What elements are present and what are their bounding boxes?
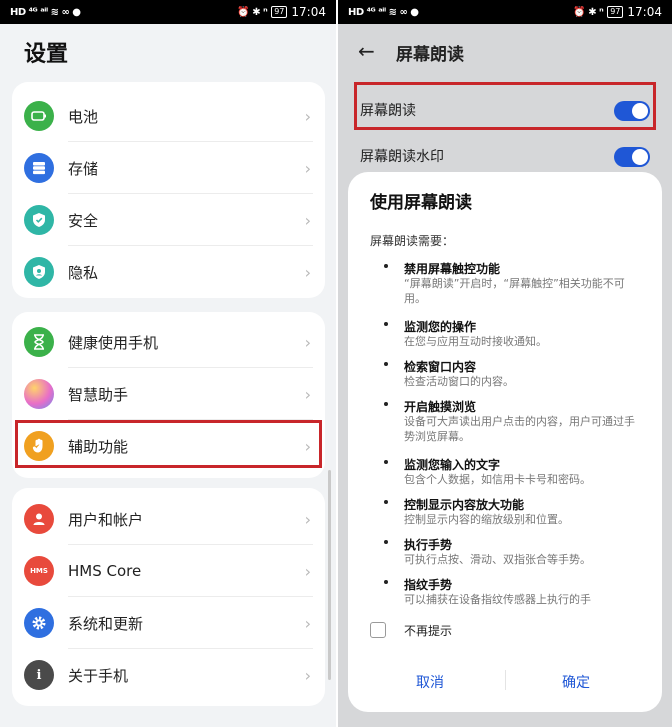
settings-item-label: 隐私 xyxy=(68,263,99,282)
permission-title: 开启触摸浏览 xyxy=(404,400,477,414)
setting-label: 屏幕朗读水印 xyxy=(360,149,444,165)
settings-item-hms-core[interactable]: HMS HMS Core › xyxy=(12,545,325,597)
top-app-bar: ← 屏幕朗读 xyxy=(338,24,672,76)
permission-desc: 设备可大声读出用户点击的内容，用户可通过手势浏览屏幕。 xyxy=(404,415,635,443)
chevron-right-icon: › xyxy=(304,106,311,126)
settings-group-system: 用户和帐户 › HMS HMS Core › 系统和更新 › i 关于手机 › xyxy=(12,488,325,706)
battery-level: 97 xyxy=(271,6,288,18)
chevron-right-icon: › xyxy=(304,262,311,282)
storage-icon xyxy=(24,153,54,183)
settings-item-label: 智慧助手 xyxy=(68,385,129,404)
hourglass-icon xyxy=(24,327,54,357)
permission-title: 检索窗口内容 xyxy=(404,360,477,374)
chevron-right-icon: › xyxy=(304,384,311,404)
settings-item-storage[interactable]: 存储 › xyxy=(12,142,325,194)
settings-item-users-accounts[interactable]: 用户和帐户 › xyxy=(12,493,325,545)
permission-desc: 检查活动窗口的内容。 xyxy=(404,375,514,388)
shield-icon xyxy=(24,205,54,235)
status-bar: HD ⁴ᴳ ᵃⁱˡ ≋ ∞ ● ⏰ ✱ ⁿ 97 17:04 xyxy=(0,0,336,24)
permission-desc: “屏幕朗读”开启时，“屏幕触控”相关功能不可用。 xyxy=(404,277,625,305)
chevron-right-icon: › xyxy=(304,665,311,685)
dialog-intro: 屏幕朗读需要： xyxy=(370,234,455,248)
settings-screen: HD ⁴ᴳ ᵃⁱˡ ≋ ∞ ● ⏰ ✱ ⁿ 97 17:04 设置 电池 › 存… xyxy=(0,0,336,727)
permission-desc: 在您与应用互动时接收通知。 xyxy=(404,335,547,348)
hms-icon: HMS xyxy=(24,556,54,586)
chevron-right-icon: › xyxy=(304,509,311,529)
cancel-button[interactable]: 取消 xyxy=(416,672,444,692)
settings-item-digital-balance[interactable]: 健康使用手机 › xyxy=(12,316,325,368)
chevron-right-icon: › xyxy=(304,210,311,230)
assistant-orb-icon xyxy=(24,379,54,409)
settings-item-label: 健康使用手机 xyxy=(68,333,159,352)
scrollbar[interactable] xyxy=(328,470,331,680)
permission-title: 执行手势 xyxy=(404,538,453,552)
settings-item-smart-assistant[interactable]: 智慧助手 › xyxy=(12,368,325,420)
permission-desc: 控制显示内容的缩放级别和位置。 xyxy=(404,513,569,526)
settings-item-label: 系统和更新 xyxy=(68,614,144,633)
alarm-bluetooth-icons: ⏰ ✱ ⁿ xyxy=(237,6,268,18)
highlight-box-screen-reader xyxy=(354,82,656,130)
settings-item-privacy[interactable]: 隐私 › xyxy=(12,246,325,298)
permission-desc: 包含个人数据，如信用卡卡号和密码。 xyxy=(404,473,591,486)
dont-show-again-checkbox[interactable] xyxy=(370,622,386,638)
permission-desc: 可执行点按、滑动、双指张合等手势。 xyxy=(404,553,591,566)
gear-icon xyxy=(24,608,54,638)
settings-item-security[interactable]: 安全 › xyxy=(12,194,325,246)
settings-item-battery[interactable]: 电池 › xyxy=(12,90,325,142)
settings-item-label: 安全 xyxy=(68,211,99,230)
highlight-box-accessibility xyxy=(15,420,322,468)
chevron-right-icon: › xyxy=(304,561,311,581)
permission-title: 指纹手势 xyxy=(404,578,453,592)
permission-desc: 可以捕获在设备指纹传感器上执行的手 xyxy=(404,593,591,606)
clock: 17:04 xyxy=(291,5,326,19)
status-bar: HD ⁴ᴳ ᵃⁱˡ ≋ ∞ ● ⏰ ✱ ⁿ 97 17:04 xyxy=(338,0,672,24)
alarm-bluetooth-icons: ⏰ ✱ ⁿ xyxy=(573,6,604,18)
settings-item-system-update[interactable]: 系统和更新 › xyxy=(12,597,325,649)
page-title: 屏幕朗读 xyxy=(396,45,464,65)
settings-item-label: 存储 xyxy=(68,159,99,178)
permission-dialog: 使用屏幕朗读 屏幕朗读需要： 禁用屏幕触控功能 “屏幕朗读”开启时，“屏幕触控”… xyxy=(348,172,662,712)
signal-wifi-icons: HD ⁴ᴳ ᵃⁱˡ ≋ ∞ ● xyxy=(348,6,419,18)
dialog-title: 使用屏幕朗读 xyxy=(370,193,472,213)
chevron-right-icon: › xyxy=(304,158,311,178)
battery-level: 97 xyxy=(607,6,624,18)
settings-item-label: 电池 xyxy=(68,107,99,126)
battery-icon xyxy=(24,101,54,131)
settings-item-about-phone[interactable]: i 关于手机 › xyxy=(12,649,325,701)
screen-reader-screen: HD ⁴ᴳ ᵃⁱˡ ≋ ∞ ● ⏰ ✱ ⁿ 97 17:04 ← 屏幕朗读 屏幕… xyxy=(338,0,672,727)
settings-item-label: HMS Core xyxy=(68,562,142,580)
button-divider xyxy=(505,670,506,690)
permission-title: 禁用屏幕触控功能 xyxy=(404,262,501,276)
checkbox-label: 不再提示 xyxy=(404,624,453,638)
settings-item-label: 关于手机 xyxy=(68,666,129,685)
settings-item-label: 用户和帐户 xyxy=(68,510,144,529)
permission-title: 监测您输入的文字 xyxy=(404,458,501,472)
chevron-right-icon: › xyxy=(304,613,311,633)
clock: 17:04 xyxy=(627,5,662,19)
chevron-right-icon: › xyxy=(304,332,311,352)
user-icon xyxy=(24,504,54,534)
back-arrow-icon[interactable]: ← xyxy=(358,39,375,63)
privacy-icon xyxy=(24,257,54,287)
info-icon: i xyxy=(24,660,54,690)
watermark-toggle[interactable] xyxy=(614,147,650,167)
page-title: 设置 xyxy=(24,42,69,67)
permission-title: 控制显示内容放大功能 xyxy=(404,498,525,512)
settings-group-device: 电池 › 存储 › 安全 › 隐私 › xyxy=(12,82,325,298)
ok-button[interactable]: 确定 xyxy=(562,672,590,692)
signal-wifi-icons: HD ⁴ᴳ ᵃⁱˡ ≋ ∞ ● xyxy=(10,6,81,18)
permission-title: 监测您的操作 xyxy=(404,320,477,334)
